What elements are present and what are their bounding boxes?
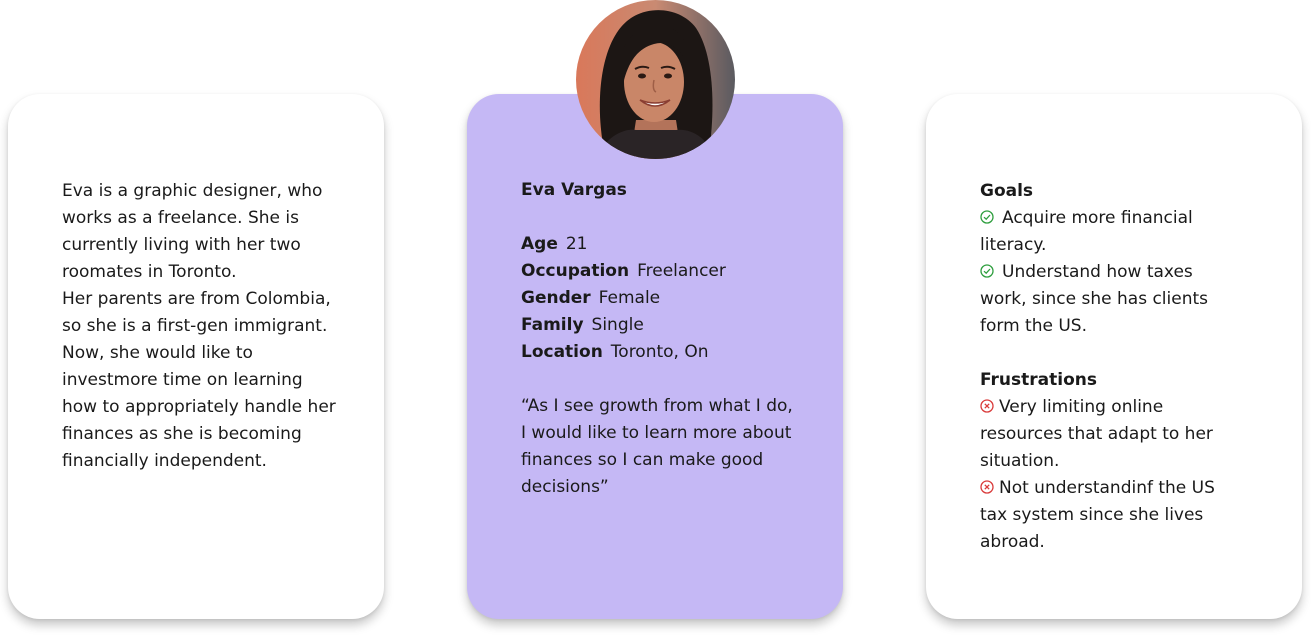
goals-title: Goals <box>980 181 1034 201</box>
detail-gender: Gender Female <box>521 288 661 308</box>
avatar-portrait <box>576 0 735 159</box>
detail-occupation: Occupation Freelancer <box>521 261 726 281</box>
detail-location: Location Toronto, On <box>521 342 709 362</box>
persona-quote: “As I see growth from what I do, I would… <box>521 396 793 497</box>
detail-family: Family Single <box>521 315 644 335</box>
goals-text: Goals Acquire more financial literacy. U… <box>980 178 1242 556</box>
avatar <box>576 0 735 159</box>
persona-name: Eva Vargas <box>521 180 627 200</box>
goal-item: Acquire more financial literacy. <box>980 208 1193 255</box>
bio-paragraph: Her parents are from Colombia, so she is… <box>62 289 331 336</box>
check-circle-icon <box>980 264 994 278</box>
frustration-item: Not understandinf the US tax system sinc… <box>980 478 1215 552</box>
profile-card: Eva Vargas Age 21 Occupation Freelancer Ge… <box>467 94 843 619</box>
detail-age: Age 21 <box>521 234 588 254</box>
profile-text: Eva Vargas Age 21 Occupation Freelancer Ge… <box>521 177 811 501</box>
x-circle-icon <box>980 480 994 494</box>
bio-paragraph: Now, she would like to investmore time o… <box>62 343 336 471</box>
check-circle-icon <box>980 210 994 224</box>
frustrations-title: Frustrations <box>980 370 1097 390</box>
goal-item: Understand how taxes work, since she has… <box>980 262 1209 336</box>
bio-text: Eva is a graphic designer, who works as … <box>62 178 342 475</box>
bio-card: Eva is a graphic designer, who works as … <box>8 94 384 619</box>
bio-paragraph: Eva is a graphic designer, who works as … <box>62 181 323 282</box>
frustration-item: Very limiting online resources that adap… <box>980 397 1213 471</box>
x-circle-icon <box>980 399 994 413</box>
goals-card: Goals Acquire more financial literacy. U… <box>926 94 1302 619</box>
persona-board: Eva is a graphic designer, who works as … <box>0 0 1311 635</box>
